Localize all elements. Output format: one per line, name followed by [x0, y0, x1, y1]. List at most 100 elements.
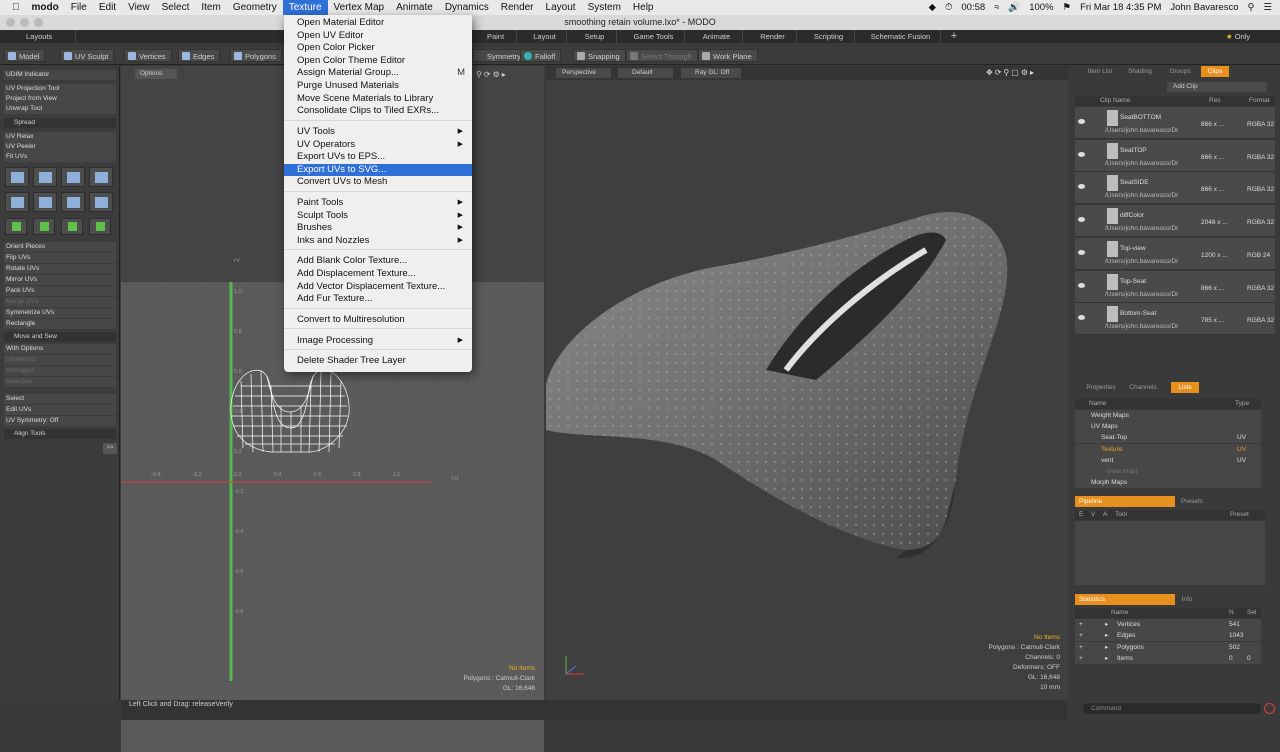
eye-icon[interactable] — [1078, 119, 1085, 124]
arrow-down-button[interactable] — [33, 218, 55, 235]
expand-icon[interactable]: + — [1079, 653, 1083, 664]
uv-box-button[interactable] — [5, 192, 29, 212]
apple-icon[interactable]:  — [0, 0, 26, 15]
edit-uvs-dropdown[interactable]: Edit UVs — [4, 405, 116, 415]
averaged-option[interactable]: Averaged — [4, 366, 116, 376]
add-tab-button[interactable]: + — [947, 30, 961, 43]
uv-view-nav-icons[interactable]: ⚲⟳⚙▸ — [476, 70, 508, 79]
uv-scale-button[interactable] — [89, 167, 113, 187]
expand-panel-button[interactable]: >> — [103, 443, 117, 454]
rotate-uvs-tool[interactable]: Rotate UVs — [4, 264, 116, 274]
tab-scripting[interactable]: Scripting — [803, 30, 855, 43]
menu-vertex-map[interactable]: Vertex Map — [328, 0, 391, 15]
arrow-right-button[interactable] — [89, 218, 111, 235]
tab-groups[interactable]: Groups — [1161, 66, 1199, 77]
menu-item-add-vector-displacement-texture[interactable]: Add Vector Displacement Texture... — [284, 281, 472, 294]
menu-view[interactable]: View — [122, 0, 156, 15]
tab-animate[interactable]: Animate — [691, 30, 743, 43]
chevron-right-icon[interactable]: ▸ — [1105, 630, 1108, 641]
menu-file[interactable]: File — [65, 0, 93, 15]
menu-item-convert-uvs-to-mesh[interactable]: Convert UVs to Mesh — [284, 176, 472, 189]
raygl-dropdown[interactable]: Ray GL: Off — [681, 68, 741, 78]
chevron-right-icon[interactable]: ▸ — [1105, 653, 1108, 664]
stat-row[interactable]: + ▸ Edges 1043 — [1075, 630, 1261, 642]
chevron-right-icon[interactable]: ▸ — [1105, 619, 1108, 630]
uv-projection-tool[interactable]: UV Projection Tool — [4, 84, 116, 94]
menu-item-brushes[interactable]: Brushes ▶ — [284, 222, 472, 235]
tab-schematic-fusion[interactable]: Schematic Fusion — [861, 30, 941, 43]
clip-row[interactable]: SeatTOP/Users/john.bavaresco/Dr 866 x ...… — [1075, 139, 1275, 172]
minimize-window-button[interactable] — [20, 18, 29, 27]
menu-item-add-blank-color-texture[interactable]: Add Blank Color Texture... — [284, 255, 472, 268]
tab-lists[interactable]: Lists — [1171, 382, 1199, 393]
menu-item-add-fur-texture[interactable]: Add Fur Texture... — [284, 293, 472, 306]
menu-item-uv-tools[interactable]: UV Tools ▶ — [284, 126, 472, 139]
clip-row[interactable]: Bottom-Seat/Users/john.bavaresco/Dr 785 x… — [1075, 303, 1275, 336]
close-window-button[interactable] — [6, 18, 15, 27]
tab-shading[interactable]: Shading — [1121, 66, 1159, 77]
menu-select[interactable]: Select — [156, 0, 196, 15]
select-dropdown[interactable]: Select — [4, 394, 116, 404]
tab-paint[interactable]: Paint — [475, 30, 517, 43]
menu-item-move-scene-materials-to-library[interactable]: Move Scene Materials to Library — [284, 93, 472, 106]
menu-animate[interactable]: Animate — [390, 0, 439, 15]
only-toggle[interactable]: ★ Only — [1218, 30, 1258, 43]
uv-plane-button[interactable] — [33, 192, 57, 212]
select-through-button[interactable]: Select Through — [626, 49, 698, 62]
symmetrize-uvs-tool[interactable]: Symmetrize UVs — [4, 308, 116, 318]
menu-item-open-color-theme-editor[interactable]: Open Color Theme Editor — [284, 55, 472, 68]
list-item[interactable]: (new map) — [1075, 466, 1261, 477]
wifi-icon[interactable]: ≈ — [994, 2, 999, 13]
align-tools-section[interactable]: Align Tools — [4, 429, 116, 439]
fit-uvs-tool[interactable]: Fit UVs — [4, 152, 116, 162]
tab-game-tools[interactable]: Game Tools — [623, 30, 685, 43]
model-mode-button[interactable]: Model — [4, 49, 46, 62]
menu-system[interactable]: System — [582, 0, 627, 15]
uv-move-button[interactable] — [61, 167, 85, 187]
menu-item-purge-unused-materials[interactable]: Purge Unused Materials — [284, 80, 472, 93]
dropbox-icon[interactable]: ◆ — [929, 2, 936, 13]
list-item[interactable]: Seat-Top UV — [1075, 432, 1261, 444]
battery-percent[interactable]: 100% — [1029, 2, 1053, 13]
menu-item-open-material-editor[interactable]: Open Material Editor — [284, 17, 472, 30]
work-plane-button[interactable]: Work Plane — [698, 49, 758, 62]
list-item[interactable]: Texture UV — [1075, 443, 1261, 455]
falloff-button[interactable]: Falloff — [520, 49, 562, 62]
timer-icon[interactable]: ⏱ — [945, 2, 952, 13]
menu-item-image-processing[interactable]: Image Processing ▶ — [284, 335, 472, 348]
vertices-button[interactable]: Vertices — [124, 49, 172, 62]
expand-icon[interactable]: + — [1079, 630, 1083, 641]
list-item[interactable]: Weight Maps — [1075, 410, 1261, 421]
merge-uvs-tool[interactable]: Merge UVs — [4, 297, 116, 307]
menu-edit[interactable]: Edit — [93, 0, 122, 15]
uv-relax-tool[interactable]: UV Relax — [4, 132, 116, 142]
tab-pipeline[interactable]: Pipeline — [1075, 496, 1175, 507]
eye-icon[interactable] — [1078, 151, 1085, 157]
symmetry-button[interactable]: Symmetry — [472, 49, 527, 62]
menu-render[interactable]: Render — [495, 0, 540, 15]
clip-row[interactable]: Top-Seat/Users/john.bavaresco/Dr 866 x ..… — [1075, 270, 1275, 303]
uv-sculpt-button[interactable]: UV Sculpt — [60, 49, 115, 62]
menu-texture[interactable]: Texture — [282, 0, 328, 15]
menu-item-inks-and-nozzles[interactable]: Inks and Nozzles ▶ — [284, 235, 472, 248]
stat-row[interactable]: + ▸ Vertices 541 — [1075, 619, 1261, 630]
udim-indicator-tool[interactable]: UDIM Indicator — [4, 70, 116, 80]
tab-item-list[interactable]: Item List — [1081, 66, 1119, 77]
tab-channels[interactable]: Channels — [1123, 382, 1163, 393]
menu-item-export-uvs-to-eps[interactable]: Export UVs to EPS... — [284, 151, 472, 164]
orient-pieces-tool[interactable]: Orient Pieces — [4, 242, 116, 252]
flip-uvs-dropdown[interactable]: Flip UVs — [4, 253, 116, 263]
volume-icon[interactable]: 🔊 — [1008, 2, 1020, 13]
selected-option[interactable]: Selected — [4, 377, 116, 387]
arrow-left-button[interactable] — [61, 218, 83, 235]
list-item[interactable]: Morph Maps — [1075, 477, 1261, 489]
pack-uvs-tool[interactable]: Pack UVs — [4, 286, 116, 296]
polygons-button[interactable]: Polygons — [230, 49, 282, 62]
move-and-sew-section[interactable]: Move and Sew — [4, 332, 116, 342]
tab-clips[interactable]: Clips — [1201, 66, 1229, 77]
zoom-window-button[interactable] — [34, 18, 43, 27]
clip-row[interactable]: SeatBOTTOM/Users/john.bavaresco/Dr 866 x … — [1075, 107, 1275, 139]
clip-row[interactable]: SeatSIDE/Users/john.bavaresco/Dr 866 x ..… — [1075, 172, 1275, 205]
uv-transform-button[interactable] — [5, 167, 29, 187]
menu-item-add-displacement-texture[interactable]: Add Displacement Texture... — [284, 268, 472, 281]
